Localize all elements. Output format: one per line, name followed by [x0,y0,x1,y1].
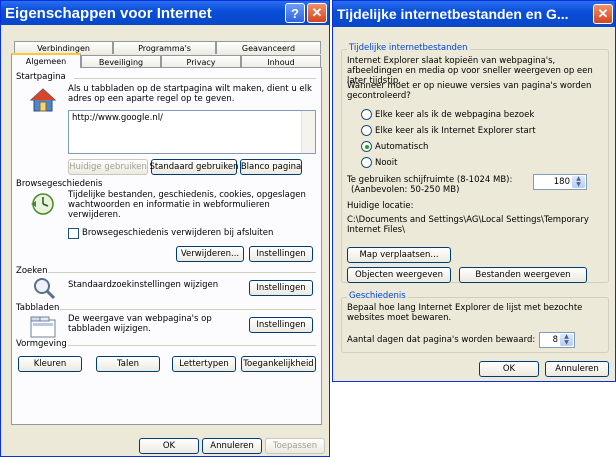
title-bar[interactable]: Eigenschappen voor Internet ? ✕ [1,1,329,25]
tab-programmas[interactable]: Programma's [113,41,216,54]
startpagina-description: Als u tabbladen op de startpagina wilt m… [68,84,312,104]
disk-space-value[interactable]: 180 [554,177,570,187]
disk-space-label: Te gebruiken schijfruimte (8-1024 MB): [347,175,513,185]
temp-files-legend: Tijdelijke internetbestanden [347,43,470,53]
use-default-button[interactable]: Standaard gebruiken [149,159,239,175]
home-icon [29,88,57,112]
internet-options-window: Eigenschappen voor Internet ? ✕ Verbindi… [0,0,330,457]
radio-every-visit-label[interactable]: Elke keer als ik de webpagina bezoek [375,110,595,120]
url-scrollbar[interactable] [301,111,315,153]
location-path: C:\Documents and Settings\AG\Local Setti… [347,215,589,235]
history-icon [30,192,56,216]
radio-automatic-label[interactable]: Automatisch [375,142,595,152]
days-spin-arrows[interactable]: ▲ ▼ [560,334,573,346]
radio-never[interactable] [361,157,372,168]
delete-history-button[interactable]: Verwijderen... [176,246,244,262]
use-current-button[interactable]: Huidige gebruiken [68,159,148,175]
move-folder-button[interactable]: Map verplaatsen... [347,247,451,263]
disk-space-recommended: (Aanbevolen: 50-250 MB) [351,185,460,195]
use-blank-button[interactable]: Blanco pagina [240,159,302,175]
browse-history-label: Browsegeschiedenis [16,179,103,189]
radio-never-label[interactable]: Nooit [375,158,595,168]
startpagina-label: Startpagina [16,72,66,82]
cancel-button[interactable]: Annuleren [202,438,262,454]
check-versions-question: Wanneer moet er op nieuwe versies van pa… [347,81,592,101]
fonts-button[interactable]: Lettertypen [172,356,236,372]
radio-every-visit[interactable] [361,109,372,120]
delete-on-exit-label[interactable]: Browsegeschiedenis verwijderen bij afslu… [82,228,312,238]
radio-every-start-label[interactable]: Elke keer als ik Internet Explorer start [375,126,595,136]
view-objects-button[interactable]: Objecten weergeven [347,267,451,283]
tabs-description: De weergave van webpagina's op tabbladen… [68,314,212,334]
temp-files-ok-button[interactable]: OK [479,361,539,377]
apply-button[interactable]: Toepassen [265,438,325,454]
tabs-label: Tabbladen [16,303,60,313]
search-settings-button[interactable]: Instellingen [249,280,313,296]
history-settings-button[interactable]: Instellingen [249,246,313,262]
delete-on-exit-checkbox[interactable] [68,228,79,239]
accessibility-button[interactable]: Toegankelijkheid [241,356,316,372]
temp-files-cancel-button[interactable]: Annuleren [545,361,609,377]
search-description: Standaardzoekinstellingen wijzigen [68,280,219,290]
window-title: Eigenschappen voor Internet [5,4,212,22]
temp-files-window: Tijdelijke internetbestanden en G... ✕ T… [332,0,616,382]
tabs-icon [30,316,56,338]
search-icon [32,277,56,300]
radio-every-start[interactable] [361,125,372,136]
colors-button[interactable]: Kleuren [18,356,82,372]
disk-space-spin-arrows[interactable]: ▲ ▼ [572,176,585,188]
temp-files-window-title: Tijdelijke internetbestanden en G... [337,6,569,22]
tab-algemeen[interactable]: Algemeen [11,53,81,68]
location-label: Huidige locatie: [347,201,414,211]
days-value[interactable]: 8 [553,335,558,345]
home-page-url-input[interactable]: http://www.google.nl/ [68,110,316,154]
tab-panel-algemeen: Startpagina Als u tabbladen op de startp… [11,67,322,425]
history-description: Bepaal hoe lang Internet Explorer de lij… [347,303,583,323]
disk-space-spinner[interactable]: 180 ▲ ▼ [533,174,587,190]
radio-automatic[interactable] [361,141,372,152]
close-button[interactable]: ✕ [307,3,327,23]
help-button[interactable]: ? [285,3,305,23]
languages-button[interactable]: Talen [96,356,160,372]
view-files-button[interactable]: Bestanden weergeven [459,267,587,283]
tab-geavanceerd[interactable]: Geavanceerd [216,41,321,54]
temp-files-title-bar[interactable]: Tijdelijke internetbestanden en G... ✕ [333,1,615,27]
history-legend: Geschiedenis [347,291,408,301]
temp-files-close-button[interactable]: ✕ [593,4,613,24]
browse-history-description: Tijdelijke bestanden, geschiedenis, cook… [68,190,306,220]
ok-button[interactable]: OK [139,438,199,454]
search-label: Zoeken [16,266,48,276]
tabs-settings-button[interactable]: Instellingen [249,317,313,333]
days-label: Aantal dagen dat pagina's worden bewaard… [347,335,536,345]
days-spinner[interactable]: 8 ▲ ▼ [539,332,575,348]
appearance-label: Vormgeving [16,339,67,349]
